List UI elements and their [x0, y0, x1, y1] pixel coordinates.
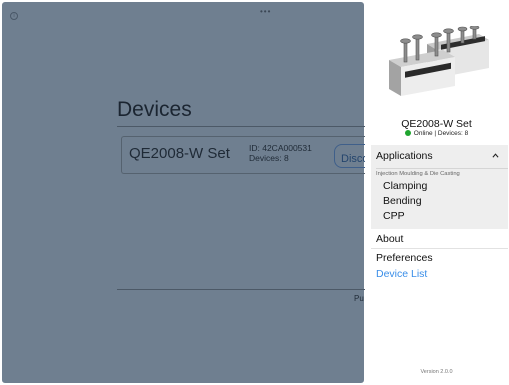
chevron-up-icon[interactable]: [492, 152, 499, 159]
side-panel: QE2008-W Set Online | Devices: 8 Applica…: [365, 2, 508, 383]
applications-label: Applications: [376, 150, 433, 162]
device-card-name: QE2008-W Set: [129, 145, 230, 162]
footer-fragment: Pu: [354, 294, 364, 303]
applications-header[interactable]: Applications: [371, 145, 508, 168]
info-icon[interactable]: i: [10, 12, 18, 20]
title-divider: [117, 126, 366, 127]
device-status-text: Online | Devices: 8: [413, 130, 469, 137]
device-card-id: ID: 42CA000531: [249, 143, 312, 153]
app-version: Version 2.0.0: [420, 369, 453, 375]
menu-item-device-list[interactable]: Device List: [376, 268, 427, 280]
applications-category: Injection Moulding & Die Casting: [376, 168, 508, 179]
app-item-cpp[interactable]: CPP: [376, 209, 508, 224]
app-item-clamping[interactable]: Clamping: [376, 179, 508, 194]
app-item-bending[interactable]: Bending: [376, 194, 508, 209]
clamp-device-image: [389, 26, 489, 96]
device-card[interactable]: QE2008-W Set ID: 42CA000531 Devices: 8 D…: [121, 136, 394, 174]
dim-overlay[interactable]: i ••• Devices QE2008-W Set ID: 42CA00053…: [2, 2, 394, 383]
applications-list: Injection Moulding & Die Casting Clampin…: [371, 168, 508, 229]
page-title: Devices: [117, 98, 192, 121]
online-status-icon: [404, 130, 411, 136]
device-card-count: Devices: 8: [249, 153, 289, 163]
bottom-divider: [117, 289, 366, 290]
panel-device-name: QE2008-W Set: [401, 118, 472, 130]
device-status: Online | Devices: 8: [365, 130, 508, 137]
menu-item-about[interactable]: About: [376, 233, 403, 245]
more-dots-icon[interactable]: •••: [260, 8, 271, 16]
menu-divider: [371, 248, 508, 249]
menu-item-preferences[interactable]: Preferences: [376, 252, 433, 264]
